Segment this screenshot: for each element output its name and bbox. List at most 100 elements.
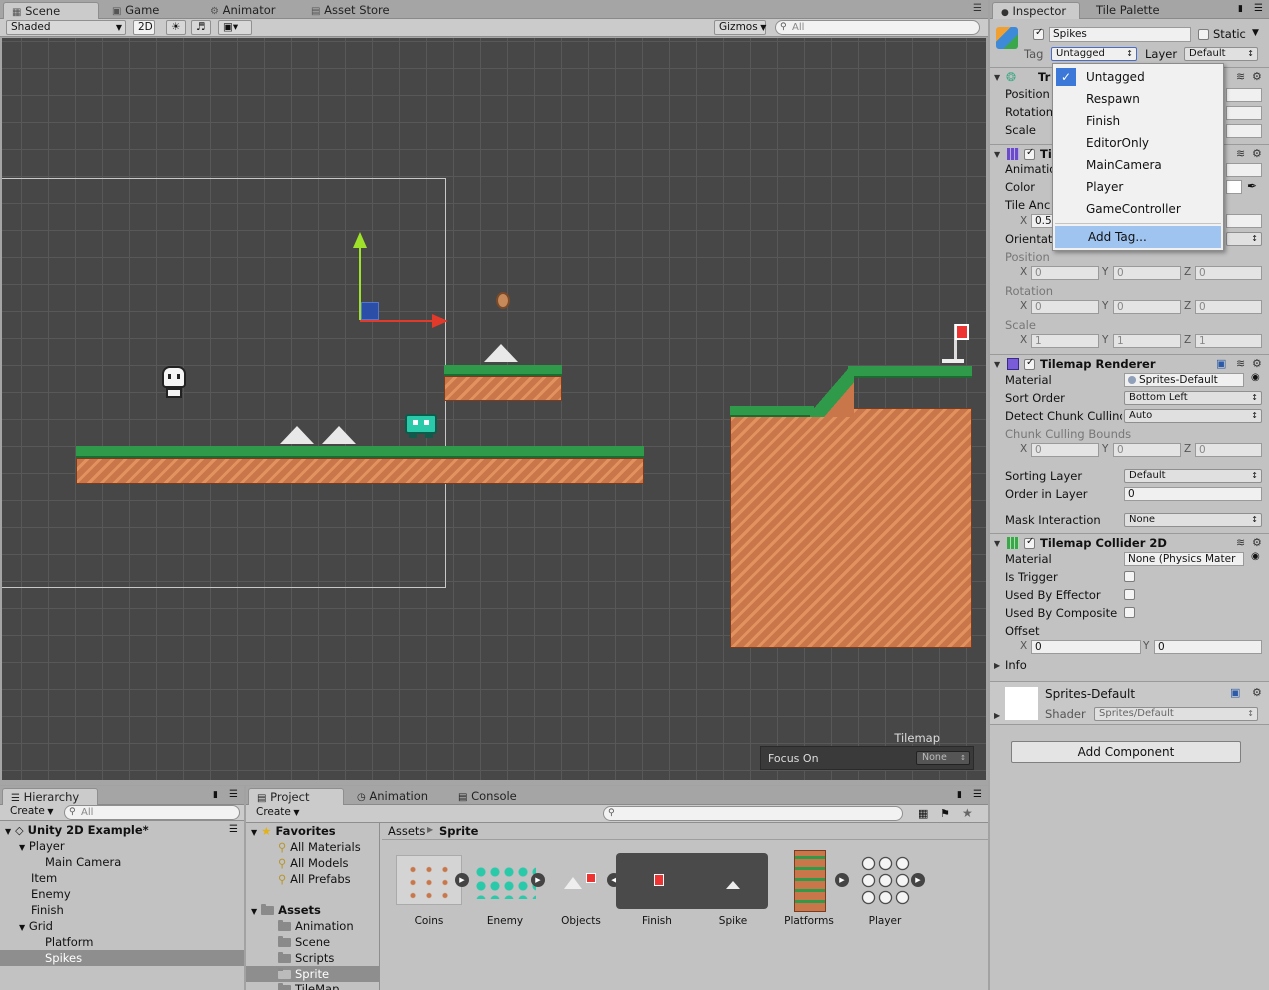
add-tag-option[interactable]: Add Tag...	[1055, 226, 1221, 248]
layer-dropdown[interactable]: Default	[1184, 47, 1258, 61]
tilemap-collider-header[interactable]: ▼ Tilemap Collider 2D ≋ ⚙	[990, 533, 1269, 553]
collapse-triangle-icon[interactable]: ▼	[251, 828, 257, 837]
rotation-x-field[interactable]: 0	[1031, 300, 1099, 314]
sorting-layer-dropdown[interactable]: Default	[1124, 469, 1262, 483]
finish-flag-sprite[interactable]	[942, 324, 970, 364]
help-book-icon[interactable]: ▣	[1216, 357, 1226, 370]
collapse-triangle-icon[interactable]: ▼	[994, 150, 1000, 159]
panel-menu-icon[interactable]: ☰	[229, 789, 238, 800]
static-checkbox[interactable]	[1198, 29, 1209, 40]
collapse-triangle-icon[interactable]: ▼	[994, 539, 1000, 548]
folder-scene[interactable]: Scene	[246, 934, 379, 950]
gear-icon[interactable]: ⚙	[1252, 70, 1262, 83]
position-z-field[interactable]: 0	[1195, 266, 1262, 280]
filter-type-icon[interactable]: ▦	[918, 807, 928, 820]
lock-icon[interactable]: ▮	[213, 790, 218, 800]
favorite-all-prefabs[interactable]: ⚲ All Prefabs	[246, 871, 379, 887]
collapse-triangle-icon[interactable]: ▼	[19, 923, 25, 932]
bounds-x-field[interactable]: 0	[1031, 443, 1099, 457]
orientation-dropdown[interactable]	[1226, 232, 1262, 246]
tag-option-untagged[interactable]: ✓ Untagged	[1053, 66, 1223, 88]
rotation-z-field[interactable]: 0	[1195, 300, 1262, 314]
active-checkbox[interactable]	[1033, 27, 1044, 40]
info-label[interactable]: Info	[1005, 658, 1027, 672]
tag-option-finish[interactable]: Finish	[1053, 110, 1223, 132]
tilemap-renderer-header[interactable]: ▼ Tilemap Renderer ▣ ≋ ⚙	[990, 354, 1269, 374]
tab-asset-store[interactable]: ▤ Asset Store	[303, 2, 398, 19]
tab-animator[interactable]: ⚙ Animator	[202, 2, 284, 19]
gear-icon[interactable]: ⚙	[1252, 686, 1262, 699]
spike-sprite[interactable]	[280, 426, 314, 444]
scale-y-field[interactable]: 1	[1113, 334, 1181, 348]
gizmo-y-arrow[interactable]	[353, 232, 367, 248]
tab-hierarchy[interactable]: ☰ Hierarchy	[2, 788, 98, 805]
asset-player[interactable]	[860, 855, 912, 907]
preset-icon[interactable]: ≋	[1236, 70, 1245, 83]
collider-enabled-checkbox[interactable]	[1024, 536, 1035, 549]
tab-project[interactable]: ▤ Project	[248, 788, 344, 805]
tab-animation[interactable]: ◷ Animation	[349, 788, 436, 805]
expand-triangle-icon[interactable]: ▶	[994, 711, 1000, 720]
preset-icon[interactable]: ≋	[1236, 536, 1245, 549]
hierarchy-item-platform[interactable]: Platform	[0, 934, 244, 950]
tag-option-editoronly[interactable]: EditorOnly	[1053, 132, 1223, 154]
tab-console[interactable]: ▤ Console	[450, 788, 525, 805]
tag-option-respawn[interactable]: Respawn	[1053, 88, 1223, 110]
scene-search-input[interactable]: ⚲ All	[775, 20, 980, 35]
folder-sprite[interactable]: Sprite	[246, 966, 379, 982]
sort-order-dropdown[interactable]: Bottom Left	[1124, 391, 1262, 405]
add-component-button[interactable]: Add Component	[1011, 741, 1241, 763]
asset-platforms[interactable]	[794, 850, 826, 912]
is-trigger-checkbox[interactable]	[1124, 571, 1135, 582]
tag-dropdown[interactable]: Untagged	[1051, 47, 1137, 61]
bounds-z-field[interactable]: 0	[1195, 443, 1262, 457]
hierarchy-item-finish[interactable]: Finish	[0, 902, 244, 918]
project-create-button[interactable]: Create ▼	[252, 806, 304, 821]
physics-material-field[interactable]: None (Physics Mater	[1124, 552, 1244, 566]
object-picker-icon[interactable]: ◉	[1251, 372, 1260, 383]
project-search-input[interactable]: ⚲	[603, 806, 903, 821]
filter-label-icon[interactable]: ⚑	[940, 807, 950, 820]
ground-platform[interactable]	[76, 446, 644, 484]
hierarchy-item-main-camera[interactable]: Main Camera	[0, 854, 244, 870]
collapse-triangle-icon[interactable]: ▼	[251, 907, 257, 916]
static-dropdown-icon[interactable]: ▼	[1252, 28, 1259, 38]
breadcrumb-assets[interactable]: Assets	[388, 824, 425, 838]
expand-arrow-icon[interactable]: ▶	[835, 873, 849, 887]
favorites-header[interactable]: ▼ ★ Favorites	[246, 823, 379, 839]
tag-option-gamecontroller[interactable]: GameController	[1053, 198, 1223, 220]
hierarchy-item-spikes[interactable]: Spikes	[0, 950, 244, 966]
detect-chunk-culling-dropdown[interactable]: Auto	[1124, 409, 1262, 423]
gear-icon[interactable]: ⚙	[1252, 357, 1262, 370]
scene-menu-icon[interactable]: ☰	[229, 822, 238, 838]
lock-icon[interactable]: ▮	[1238, 4, 1243, 14]
used-by-effector-checkbox[interactable]	[1124, 589, 1135, 600]
bounds-y-field[interactable]: 0	[1113, 443, 1181, 457]
expand-arrow-icon[interactable]: ▶	[531, 873, 545, 887]
object-picker-icon[interactable]: ◉	[1251, 551, 1260, 562]
assets-header[interactable]: ▼ Assets	[246, 902, 379, 918]
material-field[interactable]: Sprites-Default	[1124, 373, 1244, 387]
expand-arrow-icon[interactable]: ▶	[455, 873, 469, 887]
spike-sprite[interactable]	[322, 426, 356, 444]
tilemap-enabled-checkbox[interactable]	[1024, 147, 1035, 160]
object-name-field[interactable]: Spikes	[1049, 27, 1191, 42]
rotation-y-field[interactable]: 0	[1113, 300, 1181, 314]
offset-y-field[interactable]: 0	[1154, 640, 1262, 654]
scale-z-field[interactable]: 1	[1195, 334, 1262, 348]
folder-scripts[interactable]: Scripts	[246, 950, 379, 966]
used-by-composite-checkbox[interactable]	[1124, 607, 1135, 618]
tag-option-maincamera[interactable]: MainCamera	[1053, 154, 1223, 176]
position-x-field[interactable]: 0	[1031, 266, 1099, 280]
folder-tilemap[interactable]: TileMap	[246, 982, 379, 990]
position-y-field[interactable]: 0	[1113, 266, 1181, 280]
tab-tile-palette[interactable]: Tile Palette	[1088, 2, 1168, 19]
mask-interaction-dropdown[interactable]: None	[1124, 513, 1262, 527]
order-in-layer-field[interactable]: 0	[1124, 487, 1262, 501]
hierarchy-item-grid[interactable]: ▼ Grid	[0, 918, 244, 934]
collapse-triangle-icon[interactable]: ▼	[5, 827, 11, 836]
asset-objects[interactable]	[564, 873, 598, 891]
gizmo-plane-handle[interactable]	[361, 302, 379, 320]
breadcrumb-sprite[interactable]: Sprite	[439, 824, 478, 838]
enemy-sprite[interactable]	[405, 410, 437, 438]
